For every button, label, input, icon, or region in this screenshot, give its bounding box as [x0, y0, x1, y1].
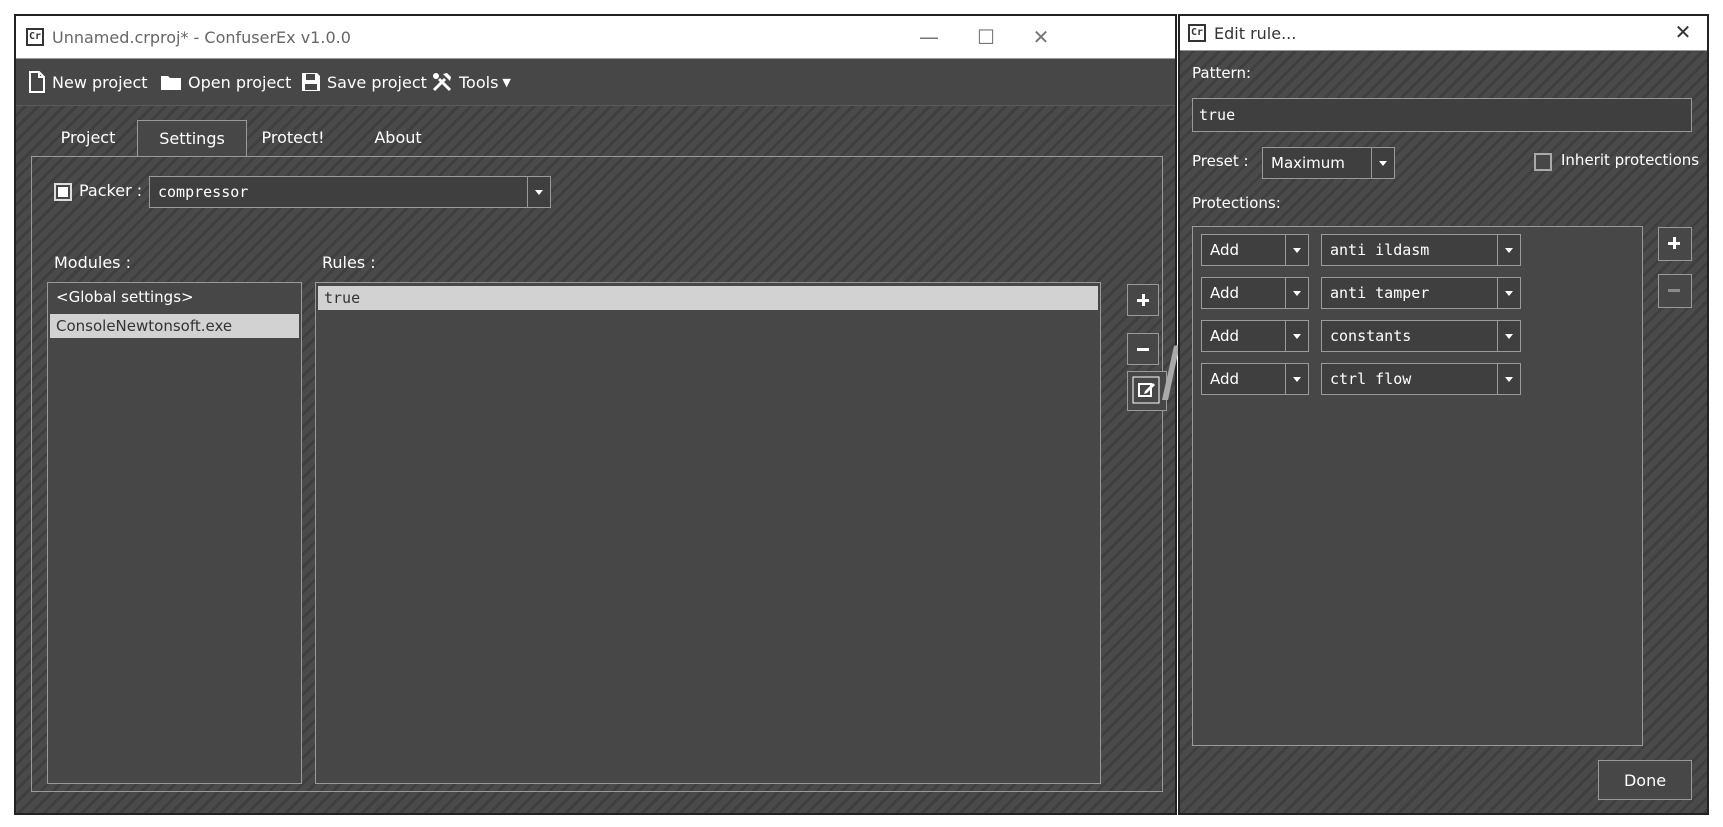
protection-value: constants	[1330, 327, 1412, 345]
action-dropdown[interactable]: Add	[1201, 234, 1309, 266]
protection-dropdown[interactable]: anti ildasm	[1321, 234, 1521, 266]
done-button[interactable]: Done	[1598, 760, 1692, 800]
minimize-button[interactable]: —	[916, 24, 942, 50]
protection-value: ctrl flow	[1330, 370, 1412, 388]
save-icon	[302, 73, 320, 91]
protection-value: anti ildasm	[1330, 241, 1430, 259]
new-project-button[interactable]: New project	[28, 69, 148, 95]
app-icon: Cr	[1188, 24, 1206, 42]
tab-protect[interactable]: Protect!	[251, 120, 335, 156]
dialog-close-button[interactable]: ✕	[1670, 19, 1696, 45]
chevron-down-icon	[1285, 278, 1308, 308]
main-titlebar: Cr Unnamed.crproj* - ConfuserEx v1.0.0 —…	[16, 16, 1175, 59]
chevron-down-icon	[1497, 364, 1520, 394]
settings-panel: Packer : compressor Modules : Rules : <G…	[31, 156, 1167, 792]
maximize-button[interactable]: ☐	[973, 24, 999, 50]
list-item[interactable]: <Global settings>	[50, 285, 299, 309]
protection-row: Add anti tamper	[1201, 277, 1521, 309]
chevron-down-icon	[1497, 235, 1520, 265]
protection-row: Add anti ildasm	[1201, 234, 1521, 266]
protection-value: anti tamper	[1330, 284, 1430, 302]
list-item[interactable]: ConsoleNewtonsoft.exe	[50, 314, 299, 338]
packer-label: Packer :	[79, 181, 143, 200]
chevron-down-icon	[1285, 321, 1308, 351]
packer-checkbox[interactable]	[54, 183, 72, 201]
protection-dropdown[interactable]: anti tamper	[1321, 277, 1521, 309]
tab-about[interactable]: About	[356, 120, 440, 156]
window-title: Unnamed.crproj* - ConfuserEx v1.0.0	[52, 27, 351, 47]
preset-dropdown[interactable]: Maximum	[1262, 147, 1395, 179]
preset-value: Maximum	[1271, 154, 1345, 172]
tab-settings[interactable]: Settings	[137, 120, 247, 157]
protection-dropdown[interactable]: ctrl flow	[1321, 363, 1521, 395]
save-project-label: Save project	[327, 72, 427, 92]
packer-dropdown[interactable]: compressor	[149, 176, 551, 208]
inherit-checkbox[interactable]	[1534, 153, 1552, 171]
edit-rule-dialog: Cr Edit rule... ✕ Pattern: true Preset :…	[1178, 14, 1709, 815]
chevron-down-icon	[1497, 321, 1520, 351]
protections-list[interactable]: Add anti ildasm Add anti tamper Add cons…	[1192, 226, 1643, 746]
add-rule-button[interactable]	[1127, 284, 1159, 316]
app-icon: Cr	[26, 28, 44, 46]
list-item[interactable]: true	[318, 286, 1098, 310]
chevron-down-icon	[1285, 235, 1308, 265]
modules-label: Modules :	[54, 253, 131, 272]
save-project-button[interactable]: Save project	[301, 69, 427, 95]
new-file-icon	[29, 71, 45, 93]
protection-dropdown[interactable]: constants	[1321, 320, 1521, 352]
action-value: Add	[1210, 327, 1240, 345]
open-project-button[interactable]: Open project	[160, 69, 291, 95]
protections-label: Protections:	[1192, 194, 1281, 212]
action-value: Add	[1210, 370, 1240, 388]
chevron-down-icon	[527, 177, 550, 207]
remove-rule-button[interactable]	[1127, 333, 1159, 365]
tools-label: Tools	[459, 72, 499, 92]
protection-row: Add ctrl flow	[1201, 363, 1521, 395]
action-dropdown[interactable]: Add	[1201, 320, 1309, 352]
tools-menu[interactable]: Tools ▼	[431, 69, 511, 95]
protection-row: Add constants	[1201, 320, 1521, 352]
chevron-down-icon	[1371, 148, 1394, 178]
action-value: Add	[1210, 284, 1240, 302]
tab-content-area: Project Settings Protect! About Packer :…	[16, 106, 1175, 813]
tab-project[interactable]: Project	[46, 120, 130, 156]
tools-icon	[432, 73, 452, 92]
action-value: Add	[1210, 241, 1240, 259]
rules-label: Rules :	[322, 253, 376, 272]
preset-label: Preset :	[1192, 152, 1249, 170]
edit-icon	[1132, 376, 1160, 404]
dialog-titlebar: Cr Edit rule... ✕	[1180, 16, 1707, 51]
action-dropdown[interactable]: Add	[1201, 277, 1309, 309]
packer-value: compressor	[158, 183, 249, 201]
add-protection-button[interactable]	[1658, 227, 1692, 261]
pattern-label: Pattern:	[1192, 64, 1252, 82]
toolbar: New project Open project Save project To…	[16, 59, 1175, 106]
chevron-down-icon	[1497, 278, 1520, 308]
chevron-down-icon: ▼	[502, 75, 511, 89]
rules-list[interactable]: true	[315, 282, 1101, 784]
main-window: Cr Unnamed.crproj* - ConfuserEx v1.0.0 —…	[14, 14, 1177, 815]
new-project-label: New project	[52, 72, 148, 92]
remove-protection-button[interactable]	[1658, 274, 1692, 308]
inherit-label: Inherit protections	[1561, 151, 1700, 169]
open-project-label: Open project	[188, 72, 292, 92]
dialog-title: Edit rule...	[1214, 23, 1297, 43]
close-button[interactable]: ✕	[1028, 24, 1054, 50]
modules-list[interactable]: <Global settings> ConsoleNewtonsoft.exe	[47, 282, 302, 784]
chevron-down-icon	[1285, 364, 1308, 394]
pattern-input[interactable]: true	[1192, 98, 1692, 132]
action-dropdown[interactable]: Add	[1201, 363, 1309, 395]
folder-icon	[161, 76, 181, 90]
